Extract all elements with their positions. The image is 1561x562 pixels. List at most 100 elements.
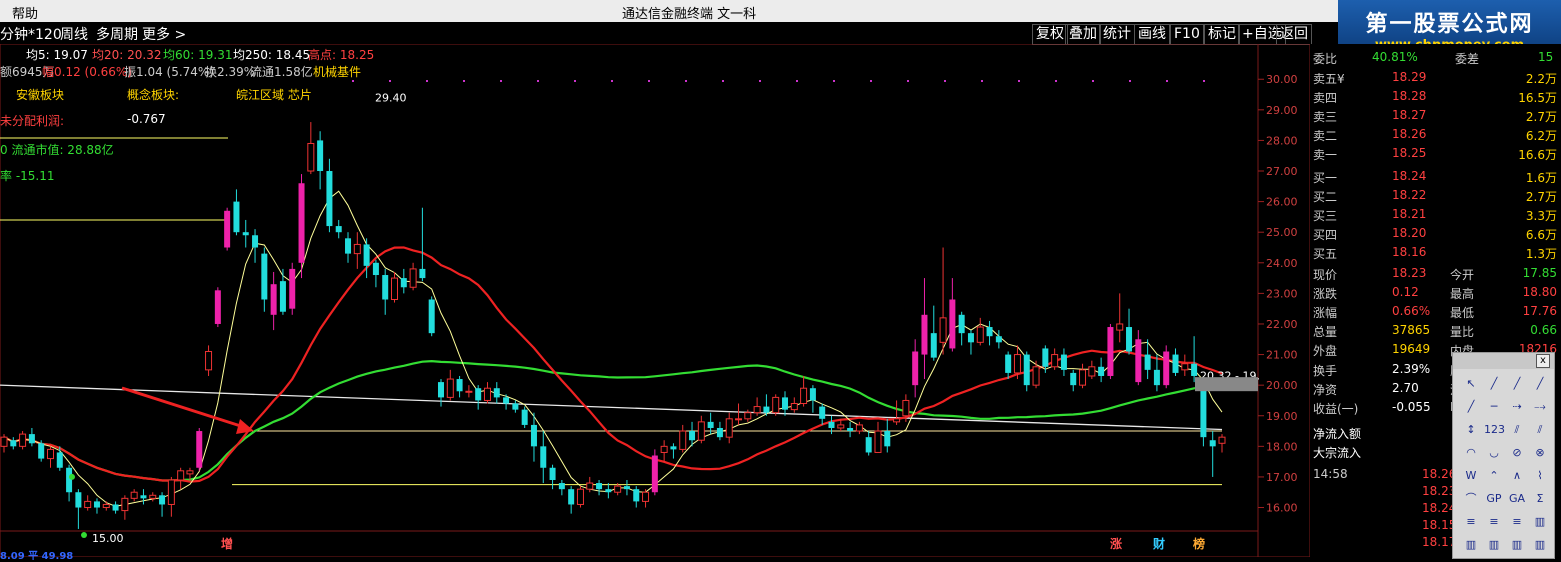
draw-tool-icon[interactable]: ≡: [1461, 513, 1481, 531]
candle-body: [596, 483, 603, 490]
kline-chart[interactable]: 30.00 29.00 28.00 27.00 26.00 25.00 24.00 23.00…: [0, 44, 1310, 557]
overlay-button[interactable]: 叠加: [1065, 24, 1101, 45]
draw-tool-icon[interactable]: ▥: [1484, 536, 1504, 554]
marker-bang[interactable]: 榜: [1193, 535, 1205, 552]
candle-body: [56, 452, 63, 468]
draw-tool-icon[interactable]: ↖: [1461, 375, 1481, 393]
draw-tool-icon[interactable]: ⊗: [1530, 444, 1550, 462]
marker-cai[interactable]: 财: [1153, 535, 1165, 552]
candle: [912, 339, 919, 398]
draw-tool-icon[interactable]: ≡: [1484, 513, 1504, 531]
candle-body: [1209, 440, 1216, 447]
week-button[interactable]: 周线: [60, 24, 88, 44]
more-button[interactable]: 更多 >: [142, 24, 186, 44]
bid-label: 买五: [1313, 247, 1338, 261]
draw-tool-icon[interactable]: ↕: [1461, 421, 1481, 439]
draw-tool-icon[interactable]: Σ: [1530, 490, 1550, 508]
candle-body: [130, 491, 138, 499]
y-tick-label: 16.00: [1266, 502, 1298, 515]
help-menu[interactable]: 帮助: [12, 3, 38, 22]
f10-button[interactable]: F10: [1170, 24, 1204, 45]
candle-body: [84, 500, 92, 509]
candle: [967, 330, 974, 355]
draw-button[interactable]: 画线: [1134, 24, 1170, 45]
mark-button[interactable]: 标记: [1204, 24, 1240, 45]
ask-price[interactable]: 18.28: [1392, 89, 1426, 103]
candle-body: [958, 314, 965, 334]
drawing-palette[interactable]: x ↖ ╱ ╱ ╱ ╱ ─ ⇢ ⤍ ↕ 123 ⫽ ⫽ ◠ ◡ ⊘ ⊗ W ⌃ ∧ ⌇ ⌒ GP GA Σ ≡ ≡ ≡ ▥ ▥ ▥ ▥ ▥: [1452, 352, 1555, 559]
draw-tool-icon[interactable]: W: [1461, 467, 1481, 485]
bid-price[interactable]: 18.16: [1392, 245, 1426, 259]
candle-body: [837, 424, 845, 429]
back-button[interactable]: 返回: [1276, 24, 1312, 45]
candle-body: [1200, 385, 1207, 438]
draw-tool-icon[interactable]: ⌒: [1461, 490, 1481, 508]
ask-price[interactable]: 18.26: [1392, 127, 1426, 141]
ask-row: 卖三 18.27 2.7万: [1310, 106, 1561, 125]
candle: [1116, 293, 1124, 343]
draw-tool-icon[interactable]: ⊘: [1507, 444, 1527, 462]
draw-tool-icon[interactable]: GP: [1484, 490, 1504, 508]
candle: [874, 421, 882, 453]
draw-tool-icon[interactable]: ⌃: [1484, 467, 1504, 485]
bid-price[interactable]: 18.24: [1392, 169, 1426, 183]
rate-value: 率 -15.11: [0, 169, 55, 183]
draw-tool-icon[interactable]: ╱: [1484, 375, 1504, 393]
ask-price[interactable]: 18.29: [1392, 70, 1426, 84]
draw-tool-icon[interactable]: ⤍: [1530, 398, 1550, 416]
bid-price[interactable]: 18.22: [1392, 188, 1426, 202]
draw-tool-icon[interactable]: ╱: [1461, 398, 1481, 416]
draw-tool-icon[interactable]: ≡: [1507, 513, 1527, 531]
draw-tool-icon[interactable]: 123: [1484, 421, 1505, 439]
stats-button[interactable]: 统计: [1099, 24, 1135, 45]
draw-tool-icon[interactable]: ─: [1484, 398, 1504, 416]
candle: [437, 379, 444, 407]
draw-tool-icon[interactable]: ▥: [1507, 536, 1527, 554]
adjust-button[interactable]: 复权: [1032, 24, 1068, 45]
y-tick-label: 26.00: [1266, 196, 1298, 209]
multi-period-button[interactable]: 多周期: [96, 24, 138, 44]
stat-value: 18.80: [1522, 285, 1557, 299]
y-tick-label: 18.00: [1266, 440, 1298, 453]
ask-price[interactable]: 18.25: [1392, 146, 1426, 160]
stat-label: 涨跌: [1313, 287, 1338, 301]
stat-label: 今开: [1450, 268, 1475, 282]
bid-price[interactable]: 18.21: [1392, 207, 1426, 221]
candle: [1023, 351, 1030, 392]
draw-tool-icon[interactable]: ⌇: [1530, 467, 1550, 485]
candle-body: [995, 336, 1002, 343]
candle-body: [205, 351, 213, 371]
concept-values[interactable]: 皖江区域 芯片: [236, 86, 312, 103]
candle: [1051, 348, 1059, 370]
close-icon[interactable]: x: [1536, 354, 1550, 368]
draw-tool-icon[interactable]: ◠: [1461, 444, 1481, 462]
y-tick-label: 19.00: [1266, 410, 1298, 423]
candle-body: [1005, 354, 1012, 373]
draw-tool-icon[interactable]: ╱: [1507, 375, 1527, 393]
marker-zhang[interactable]: 涨: [1110, 535, 1122, 552]
candle: [921, 278, 928, 380]
stat-row: 现价 18.23 今开 17.85: [1310, 264, 1561, 283]
candle: [93, 498, 100, 514]
candle-body: [707, 421, 714, 428]
draw-tool-icon[interactable]: ╱: [1530, 375, 1550, 393]
sector-link[interactable]: 机械基件: [313, 63, 361, 80]
bid-price[interactable]: 18.20: [1392, 226, 1426, 240]
draw-tool-icon[interactable]: ∧: [1507, 467, 1527, 485]
draw-tool-icon[interactable]: ▥: [1530, 513, 1550, 531]
draw-tool-icon[interactable]: ▥: [1461, 536, 1481, 554]
draw-tool-icon[interactable]: ◡: [1484, 444, 1504, 462]
concept-label: 概念板块:: [127, 88, 180, 102]
ask-price[interactable]: 18.27: [1392, 108, 1426, 122]
draw-tool-icon[interactable]: ⫽: [1530, 421, 1550, 439]
draw-tool-icon[interactable]: ▥: [1530, 536, 1550, 554]
candle-body: [986, 327, 993, 337]
period-selector[interactable]: 分钟*120: [0, 24, 62, 44]
marker-zeng[interactable]: 增: [221, 535, 233, 552]
marker-dot: [352, 80, 354, 82]
draw-tool-icon[interactable]: ⇢: [1507, 398, 1527, 416]
palette-header[interactable]: x: [1453, 353, 1554, 369]
region-sector[interactable]: 安徽板块: [16, 86, 64, 103]
draw-tool-icon[interactable]: ⫽: [1507, 421, 1527, 439]
draw-tool-icon[interactable]: GA: [1507, 490, 1527, 508]
